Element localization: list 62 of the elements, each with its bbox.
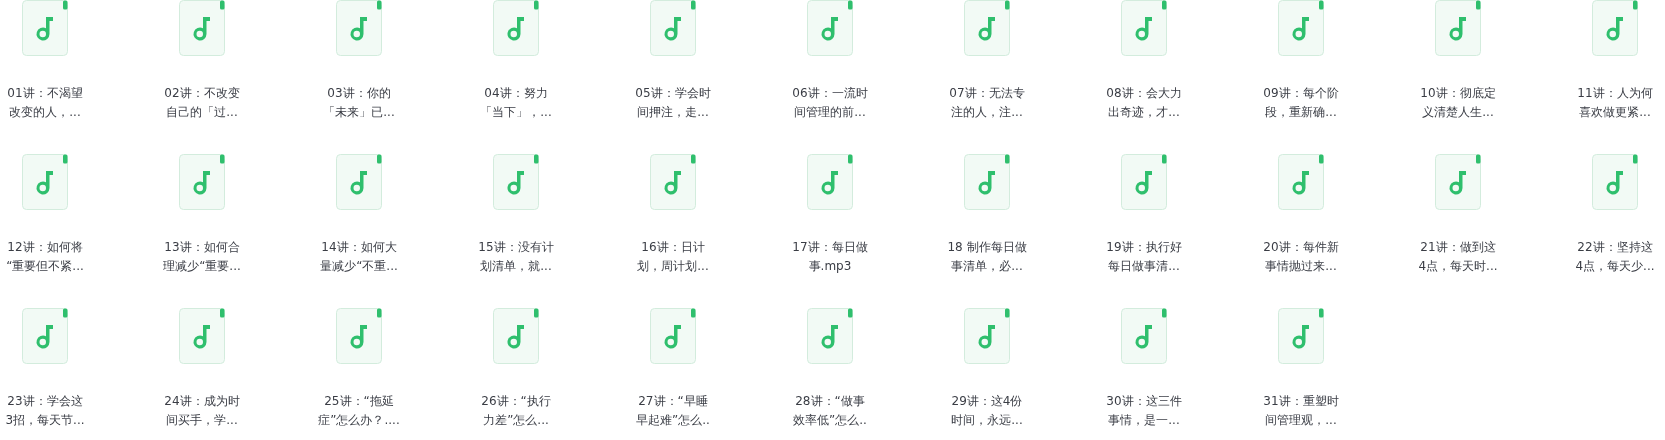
- music-file-icon: [807, 0, 853, 56]
- file-name[interactable]: 05讲：学会时 间押注，走...: [635, 84, 711, 122]
- file-name[interactable]: 16讲：日计 划，周计划...: [637, 238, 709, 276]
- file-name[interactable]: 15讲：没有计 划清单，就...: [478, 238, 554, 276]
- file-name[interactable]: 01讲：不渴望 改变的人，...: [7, 84, 83, 122]
- music-file-icon: [1435, 154, 1481, 210]
- music-file-icon: [1121, 308, 1167, 364]
- file-name[interactable]: 18 制作每日做 事清单，必...: [947, 238, 1027, 276]
- file-name[interactable]: 06讲：一流时 间管理的前...: [792, 84, 868, 122]
- music-file-icon: [22, 308, 68, 364]
- file-name[interactable]: 17讲：每日做 事.mp3: [792, 238, 868, 276]
- file-name[interactable]: 11讲：人为何 喜欢做更紧...: [1577, 84, 1653, 122]
- music-file-icon: [650, 154, 696, 210]
- music-file-icon: [1435, 0, 1481, 56]
- file-name[interactable]: 09讲：每个阶 段，重新确...: [1263, 84, 1339, 122]
- file-name[interactable]: 20讲：每件新 事情抛过来...: [1263, 238, 1339, 276]
- file-name[interactable]: 29讲：这4份 时间，永远...: [951, 392, 1023, 430]
- music-file-icon: [1278, 154, 1324, 210]
- music-file-icon: [964, 154, 1010, 210]
- file-name[interactable]: 23讲：学会这 3招，每天节...: [5, 392, 85, 430]
- music-file-icon: [22, 0, 68, 56]
- file-name[interactable]: 19讲：执行好 每日做事清...: [1106, 238, 1182, 276]
- music-file-icon: [336, 0, 382, 56]
- music-file-icon: [1592, 154, 1638, 210]
- file-name[interactable]: 07讲：无法专 注的人，注...: [949, 84, 1025, 122]
- music-file-icon: [493, 0, 539, 56]
- music-file-icon: [964, 308, 1010, 364]
- file-name[interactable]: 14讲：如何大 量减少“不重...: [320, 238, 398, 276]
- music-file-icon: [336, 308, 382, 364]
- music-file-icon: [493, 308, 539, 364]
- music-file-icon: [650, 308, 696, 364]
- file-name[interactable]: 21讲：做到这 4点，每天时...: [1418, 238, 1498, 276]
- file-name[interactable]: 26讲：“执行 力差”怎么...: [481, 392, 551, 430]
- file-name[interactable]: 04讲：努力 「当下」，...: [480, 84, 552, 122]
- file-name[interactable]: 25讲：“拖延 症”怎么办？....: [318, 392, 400, 430]
- music-file-icon: [336, 154, 382, 210]
- file-name[interactable]: 30讲：这三件 事情，是一...: [1106, 392, 1182, 430]
- music-file-icon: [964, 0, 1010, 56]
- music-file-icon: [22, 154, 68, 210]
- music-file-icon: [493, 154, 539, 210]
- file-name[interactable]: 02讲：不改变 自己的「过...: [164, 84, 240, 122]
- music-file-icon: [807, 154, 853, 210]
- music-file-icon: [1278, 308, 1324, 364]
- music-file-icon: [179, 154, 225, 210]
- file-name[interactable]: 08讲：会大力 出奇迹，才...: [1106, 84, 1182, 122]
- music-file-icon: [179, 308, 225, 364]
- music-file-icon: [1592, 0, 1638, 56]
- music-file-icon: [1121, 0, 1167, 56]
- file-name[interactable]: 24讲：成为时 间买手，学...: [164, 392, 240, 430]
- file-name[interactable]: 10讲：彻底定 义清楚人生...: [1420, 84, 1496, 122]
- file-name[interactable]: 27讲：“早睡 早起难”怎么..: [636, 392, 710, 430]
- music-file-icon: [1278, 0, 1324, 56]
- file-name[interactable]: 28讲：“做事 效率低”怎么..: [793, 392, 867, 430]
- file-name[interactable]: 13讲：如何合 理减少“重要...: [163, 238, 241, 276]
- music-file-icon: [179, 0, 225, 56]
- file-name[interactable]: 03讲：你的 「未来」已...: [323, 84, 395, 122]
- music-file-icon: [650, 0, 696, 56]
- music-file-icon: [807, 308, 853, 364]
- music-file-icon: [1121, 154, 1167, 210]
- file-name[interactable]: 12讲：如何将 “重要但不紧...: [6, 238, 84, 276]
- file-name[interactable]: 31讲：重塑时 间管理观，...: [1263, 392, 1339, 430]
- file-name[interactable]: 22讲：坚持这 4点，每天少...: [1575, 238, 1655, 276]
